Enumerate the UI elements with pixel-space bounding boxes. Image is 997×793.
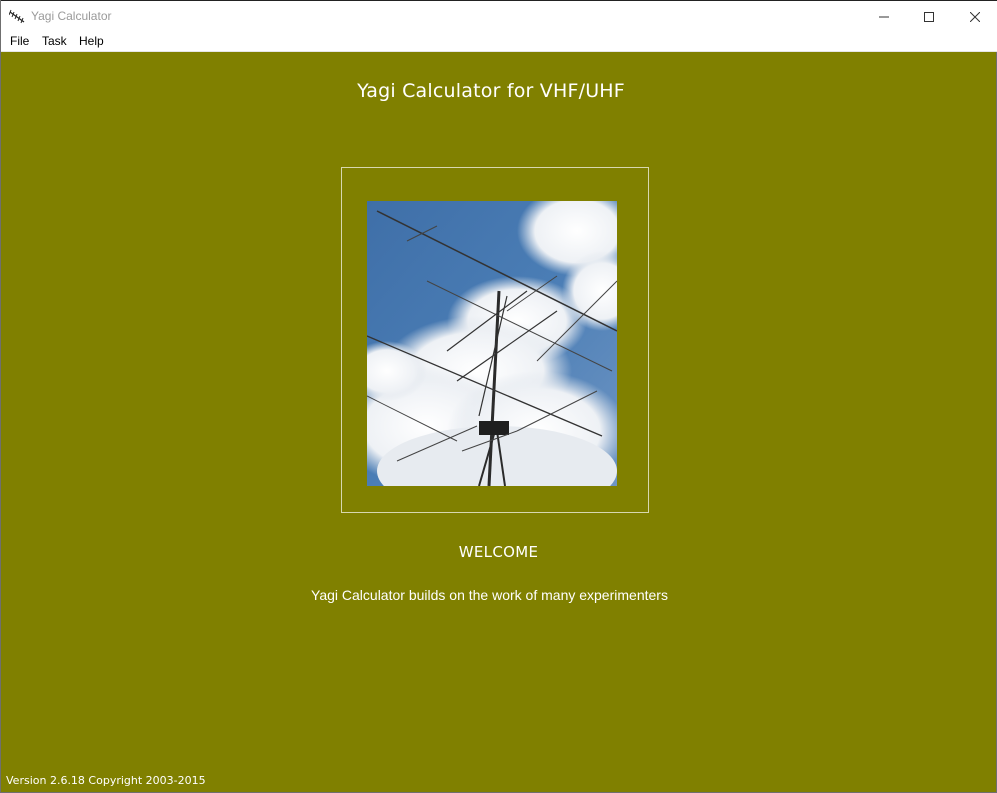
close-icon: [970, 11, 980, 22]
antenna-icon: [8, 9, 25, 25]
title-bar[interactable]: Yagi Calculator: [1, 0, 997, 32]
close-button[interactable]: [952, 1, 997, 32]
credits-text: Yagi Calculator builds on the work of ma…: [311, 587, 668, 603]
yagi-antenna-photo: [367, 201, 617, 486]
menu-file[interactable]: File: [9, 34, 30, 48]
menu-bar: File Task Help: [1, 32, 997, 52]
version-label: Version 2.6.18 Copyright 2003-2015: [6, 774, 206, 787]
maximize-icon: [924, 11, 934, 22]
welcome-heading: WELCOME: [458, 543, 539, 561]
page-title: Yagi Calculator for VHF/UHF: [357, 80, 625, 102]
minimize-icon: [879, 16, 889, 17]
menu-help[interactable]: Help: [78, 34, 105, 48]
app-window: Yagi Calculator File Task Help Yagi Calc…: [0, 0, 997, 793]
menu-task[interactable]: Task: [41, 34, 68, 48]
minimize-button[interactable]: [861, 1, 907, 32]
maximize-button[interactable]: [906, 1, 952, 32]
window-title: Yagi Calculator: [31, 9, 112, 23]
